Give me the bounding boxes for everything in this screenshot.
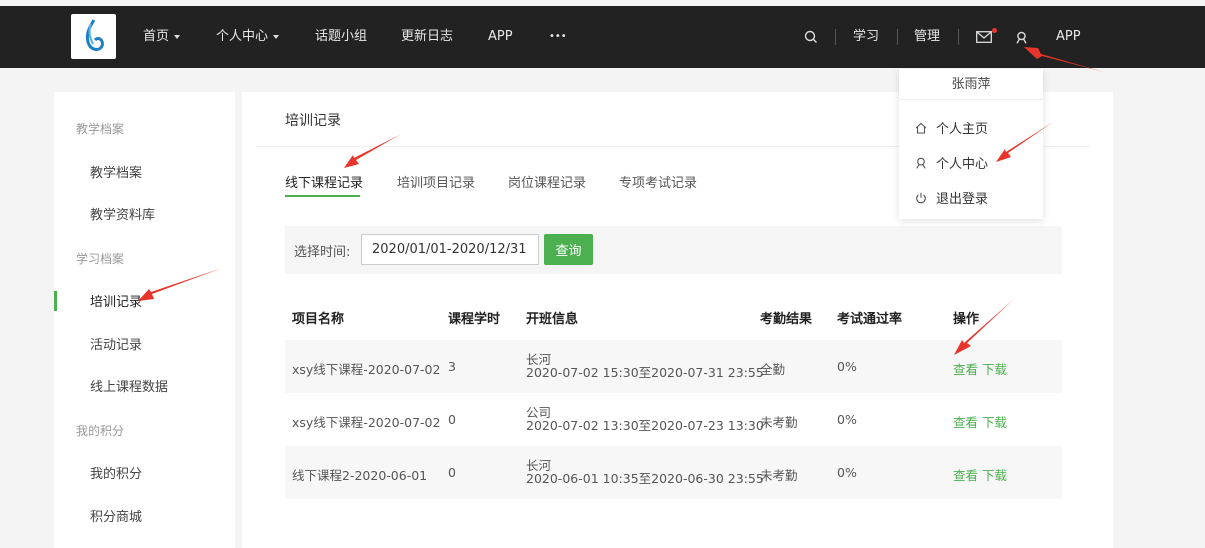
sidebar-item-activity-records[interactable]: 活动记录 [90,334,142,353]
mail-icon [976,31,992,43]
messages-button[interactable] [976,6,992,68]
notification-dot [992,28,997,33]
top-navbar: 首页 个人中心 话题小组 更新日志 APP ••• 学习 管理 APP [0,6,1205,68]
search-button[interactable] [804,6,818,68]
table-row: xsy线下课程-2020-07-02 3 长河 2020-07-02 15:30… [285,340,1062,393]
attendance-result: 全勤 [760,362,786,377]
date-range-input[interactable] [361,234,539,265]
sidebar-item-training-records[interactable]: 培训记录 [90,291,142,310]
tab-training-project-records[interactable]: 培训项目记录 [397,172,475,191]
column-header: 课程学时 [448,312,501,327]
exam-pass-rate: 0% [837,412,857,427]
project-name: xsy线下课程-2020-07-02 [292,415,441,430]
column-header: 操作 [953,312,980,327]
user-icon [1016,31,1027,44]
home-icon [915,122,927,134]
course-hours: 0 [448,412,456,427]
download-link[interactable]: 下载 [982,468,1007,483]
page-title: 培训记录 [285,113,341,129]
sidebar-item-my-points[interactable]: 我的积分 [90,463,142,482]
sidebar-active-indicator [54,291,57,311]
column-header: 考试通过率 [837,312,903,327]
filter-bar: 选择时间: 查询 [285,226,1062,274]
class-time: 2020-06-01 10:35至2020-06-30 23:55 [526,471,764,486]
download-link[interactable]: 下载 [982,415,1007,430]
tab-special-exam-records[interactable]: 专项考试记录 [619,172,697,191]
view-link[interactable]: 查看 [953,468,978,483]
site-logo[interactable] [71,14,116,59]
dropdown-item-personal-center[interactable]: 个人中心 [915,153,988,172]
sidebar-item-online-course-data[interactable]: 线上课程数据 [90,376,168,395]
query-button[interactable]: 查询 [544,234,593,265]
nav-study[interactable]: 学习 [853,6,879,68]
sidebar: 教学档案 教学档案 教学资料库 学习档案 培训记录 活动记录 线上课程数据 我的… [54,92,235,548]
class-time: 2020-07-02 15:30至2020-07-31 23:55 [526,365,764,380]
sidebar-item-teaching-archive[interactable]: 教学档案 [90,162,142,181]
caret-down-icon [273,34,280,39]
active-tab-underline [285,195,360,197]
power-icon [916,192,926,203]
search-icon [804,30,817,43]
attendance-result: 未考勤 [760,468,798,483]
class-info: 长河 2020-07-02 15:30至2020-07-31 23:55 [526,353,764,379]
user-dropdown-menu: 张雨萍 个人主页 个人中心 退出登录 [899,69,1043,219]
sidebar-group-title: 学习档案 [76,252,125,266]
table-row: 线下课程2-2020-06-01 0 长河 2020-06-01 10:35至2… [285,446,1062,499]
nav-separator [897,29,898,45]
sidebar-group-title: 我的积分 [76,424,125,438]
nav-changelog[interactable]: 更新日志 [401,6,453,68]
nav-topic-groups[interactable]: 话题小组 [315,6,367,68]
project-name: 线下课程2-2020-06-01 [292,468,428,483]
logo-icon [85,19,104,51]
sidebar-group-title: 教学档案 [76,122,125,136]
filter-label: 选择时间: [294,245,351,260]
download-link[interactable]: 下载 [982,362,1007,377]
nav-manage[interactable]: 管理 [914,6,940,68]
exam-pass-rate: 0% [837,465,857,480]
class-time: 2020-07-02 13:30至2020-07-23 13:30 [526,418,764,433]
dropdown-username: 张雨萍 [899,69,1043,100]
user-menu-button[interactable] [1015,6,1028,68]
nav-more[interactable]: ••• [549,6,567,68]
tab-position-course-records[interactable]: 岗位课程记录 [508,172,586,191]
row-actions: 查看 下载 [953,465,1007,484]
nav-separator [958,29,959,45]
column-header: 项目名称 [292,312,345,327]
project-name: xsy线下课程-2020-07-02 [292,362,441,377]
column-header: 开班信息 [526,312,579,327]
nav-app[interactable]: APP [488,6,513,68]
exam-pass-rate: 0% [837,359,857,374]
nav-personal-center[interactable]: 个人中心 [216,6,280,68]
nav-home[interactable]: 首页 [143,6,181,68]
attendance-result: 未考勤 [760,415,798,430]
caret-down-icon [174,34,181,39]
table-row: xsy线下课程-2020-07-02 0 公司 2020-07-02 13:30… [285,393,1062,446]
class-info: 公司 2020-07-02 13:30至2020-07-23 13:30 [526,406,764,432]
column-header: 考勤结果 [760,312,813,327]
nav-app-right[interactable]: APP [1056,6,1081,68]
sidebar-item-points-mall[interactable]: 积分商城 [90,506,142,525]
class-info: 长河 2020-06-01 10:35至2020-06-30 23:55 [526,459,764,485]
user-icon [916,157,926,169]
view-link[interactable]: 查看 [953,415,978,430]
sidebar-item-teaching-library[interactable]: 教学资料库 [90,204,155,223]
tab-offline-course-records[interactable]: 线下课程记录 [285,172,363,191]
nav-separator [835,29,836,45]
row-actions: 查看 下载 [953,359,1007,378]
dropdown-item-homepage[interactable]: 个人主页 [915,118,988,137]
row-actions: 查看 下载 [953,412,1007,431]
view-link[interactable]: 查看 [953,362,978,377]
dropdown-item-logout[interactable]: 退出登录 [915,188,988,207]
course-hours: 3 [448,359,456,374]
course-hours: 0 [448,465,456,480]
